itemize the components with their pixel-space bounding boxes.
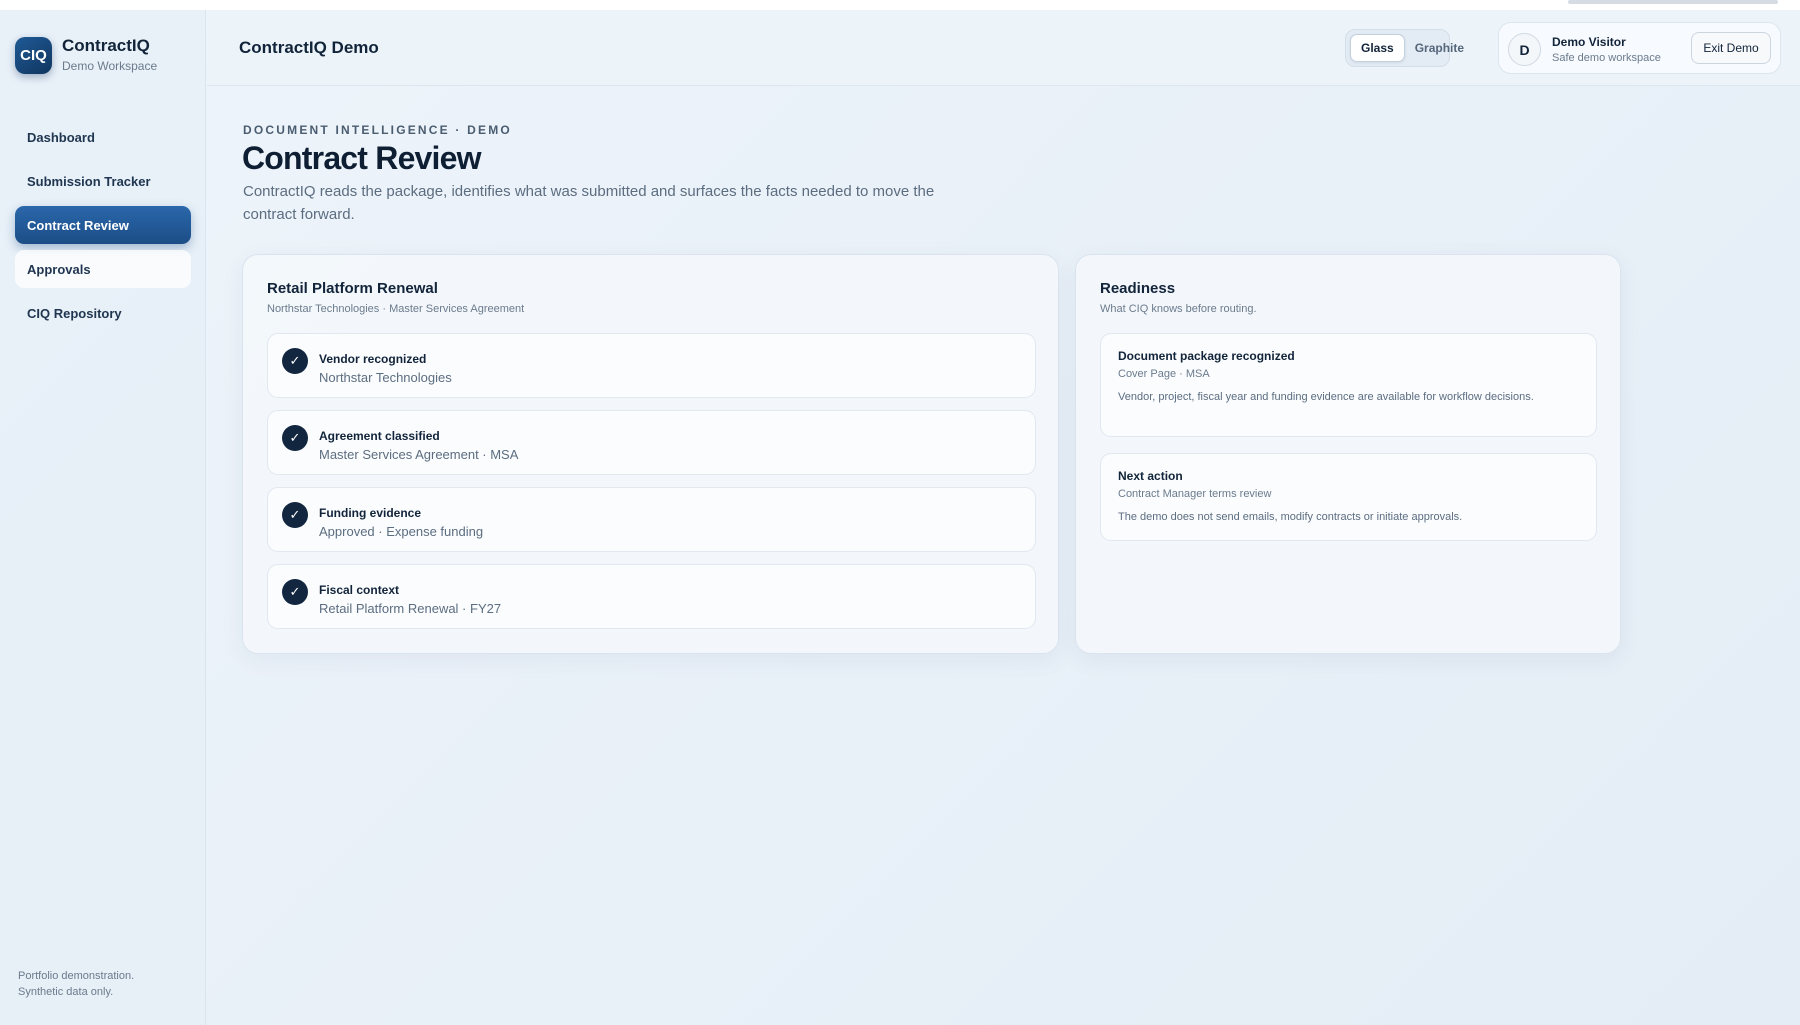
exit-demo-button[interactable]: Exit Demo — [1691, 32, 1771, 64]
header-title: ContractIQ Demo — [239, 38, 379, 57]
check-row-funding: ✓ Funding evidence Approved · Expense fu… — [267, 487, 1036, 552]
check-value: Northstar Technologies — [319, 370, 452, 385]
check-icon: ✓ — [282, 579, 308, 605]
sidebar-item-contract-review[interactable]: Contract Review — [15, 206, 191, 244]
check-icon: ✓ — [282, 425, 308, 451]
readiness-item-title: Document package recognized — [1118, 349, 1295, 363]
browser-top-strip — [0, 0, 1800, 10]
sidebar-item-dashboard[interactable]: Dashboard — [15, 118, 191, 156]
check-value: Retail Platform Renewal · FY27 — [319, 601, 502, 616]
readiness-item-next-action: Next action Contract Manager terms revie… — [1100, 453, 1597, 541]
check-row-agreement: ✓ Agreement classified Master Services A… — [267, 410, 1036, 475]
footnote-line-2: Synthetic data only. — [18, 986, 114, 998]
sidebar: CIQ ContractIQ Demo Workspace Dashboard … — [0, 10, 206, 1025]
contract-card-subtitle: Northstar Technologies · Master Services… — [267, 303, 525, 315]
readiness-card-title: Readiness — [1100, 280, 1176, 297]
brand[interactable]: CIQ ContractIQ Demo Workspace — [15, 36, 157, 74]
readiness-item-body: Vendor, project, fiscal year and funding… — [1118, 391, 1534, 403]
user-subtitle: Safe demo workspace — [1552, 52, 1661, 64]
check-row-fiscal: ✓ Fiscal context Retail Platform Renewal… — [267, 564, 1036, 629]
sidebar-footnote: Portfolio demonstration. Synthetic data … — [18, 968, 134, 1000]
user-panel: D Demo Visitor Safe demo workspace Exit … — [1498, 22, 1781, 74]
check-row-vendor: ✓ Vendor recognized Northstar Technologi… — [267, 333, 1036, 398]
app-root: CIQ ContractIQ Demo Workspace Dashboard … — [0, 0, 1800, 1025]
avatar[interactable]: D — [1508, 33, 1541, 66]
check-icon: ✓ — [282, 348, 308, 374]
brand-logo: CIQ — [15, 36, 52, 74]
brand-subtitle: Demo Workspace — [62, 59, 158, 73]
theme-glass-button[interactable]: Glass — [1350, 34, 1405, 62]
top-header: ContractIQ Demo Glass Graphite D Demo Vi… — [207, 10, 1800, 86]
page-title: Contract Review — [242, 140, 482, 176]
contract-card-title: Retail Platform Renewal — [267, 280, 438, 297]
sidebar-item-ciq-repository[interactable]: CIQ Repository — [15, 294, 191, 332]
readiness-item-package: Document package recognized Cover Page ·… — [1100, 333, 1597, 437]
check-icon: ✓ — [282, 502, 308, 528]
readiness-item-meta: Contract Manager terms review — [1118, 488, 1272, 500]
scroll-pill — [1568, 0, 1778, 4]
page-description: ContractIQ reads the package, identifies… — [243, 183, 935, 223]
sidebar-item-approvals[interactable]: Approvals — [15, 250, 191, 288]
check-value: Master Services Agreement · MSA — [319, 447, 519, 462]
check-value: Approved · Expense funding — [319, 524, 484, 539]
readiness-item-meta: Cover Page · MSA — [1118, 368, 1210, 380]
readiness-card-subtitle: What CIQ knows before routing. — [1100, 303, 1257, 315]
check-label: Funding evidence — [319, 506, 422, 520]
readiness-item-body: The demo does not send emails, modify co… — [1118, 511, 1463, 523]
check-list: ✓ Vendor recognized Northstar Technologi… — [267, 333, 1036, 641]
sidebar-item-submission-tracker[interactable]: Submission Tracker — [15, 162, 191, 200]
brand-name: ContractIQ — [62, 36, 150, 55]
check-label: Agreement classified — [319, 429, 440, 443]
check-label: Vendor recognized — [319, 352, 427, 366]
footnote-line-1: Portfolio demonstration. — [18, 970, 135, 982]
page-eyebrow: DOCUMENT INTELLIGENCE · DEMO — [243, 123, 512, 137]
readiness-card: Readiness What CIQ knows before routing.… — [1075, 254, 1621, 654]
sidebar-nav: Dashboard Submission Tracker Contract Re… — [15, 118, 191, 338]
brand-text: ContractIQ Demo Workspace — [62, 36, 157, 74]
check-label: Fiscal context — [319, 583, 400, 597]
theme-toggle: Glass Graphite — [1345, 29, 1464, 67]
user-name: Demo Visitor — [1552, 35, 1626, 49]
theme-graphite-button[interactable]: Graphite — [1405, 34, 1474, 62]
readiness-item-title: Next action — [1118, 469, 1183, 483]
contract-card: Retail Platform Renewal Northstar Techno… — [242, 254, 1059, 654]
